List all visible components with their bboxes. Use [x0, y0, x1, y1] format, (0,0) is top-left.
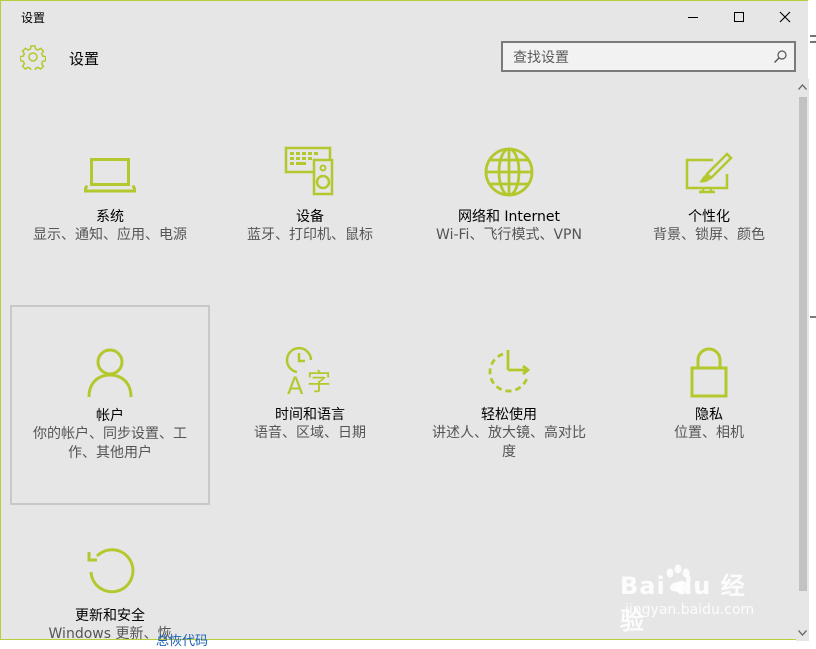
- search-box[interactable]: [501, 41, 796, 72]
- refresh-icon: [87, 548, 135, 594]
- tile-personalization[interactable]: 个性化 背景、锁屏、颜色: [609, 106, 809, 306]
- tile-update-security-name: 更新和安全: [75, 608, 145, 624]
- vertical-scrollbar[interactable]: [796, 79, 809, 641]
- watermark-brand: Bai du 经验: [620, 572, 746, 635]
- tile-devices-name: 设备: [296, 209, 324, 225]
- svg-text:A: A: [287, 372, 304, 398]
- scroll-thumb[interactable]: [799, 97, 807, 591]
- settings-window: 设置 设置 系统 显示、通知、应用、电源: [0, 0, 809, 641]
- tile-network[interactable]: 网络和 Internet Wi-Fi、飞行模式、VPN: [409, 106, 609, 306]
- tile-devices[interactable]: 设备 蓝牙、打印机、鼠标: [210, 106, 410, 306]
- window-title: 设置: [21, 11, 46, 25]
- tile-system-name: 系统: [96, 209, 124, 225]
- gear-icon: [20, 45, 46, 70]
- tile-privacy[interactable]: 隐私 位置、相机: [609, 306, 809, 506]
- tile-network-desc: Wi-Fi、飞行模式、VPN: [436, 227, 582, 243]
- search-icon[interactable]: [773, 49, 788, 64]
- tile-accounts-name: 帐户: [96, 408, 124, 424]
- tile-ease-of-access[interactable]: 轻松使用 讲述人、放大镜、高对比度: [409, 306, 609, 506]
- background-window-fragment: [810, 35, 816, 318]
- chevron-down-icon: [798, 630, 807, 636]
- tile-update-security[interactable]: 更新和安全 Windows 更新、恢: [10, 506, 210, 641]
- tile-system-desc: 显示、通知、应用、电源: [33, 227, 187, 243]
- maximize-icon: [734, 12, 744, 22]
- tile-time-language[interactable]: A 字 时间和语言 语音、区域、日期: [210, 306, 410, 506]
- tile-privacy-desc: 位置、相机: [674, 425, 744, 441]
- scroll-up-button[interactable]: [796, 79, 809, 95]
- chevron-up-icon: [798, 84, 807, 90]
- tile-privacy-name: 隐私: [695, 407, 723, 423]
- tile-network-name: 网络和 Internet: [457, 209, 561, 225]
- laptop-icon: [84, 158, 136, 193]
- title-bar[interactable]: 设置: [1, 1, 808, 33]
- ease-of-access-icon: [488, 350, 531, 393]
- tile-ease-of-access-desc: 讲述人、放大镜、高对比度: [432, 425, 586, 460]
- tile-personalization-name: 个性化: [688, 209, 730, 225]
- page-title: 设置: [69, 50, 100, 68]
- search-input[interactable]: [511, 47, 765, 69]
- lock-icon: [690, 347, 728, 398]
- tile-ease-of-access-name: 轻松使用: [481, 407, 537, 423]
- svg-text:字: 字: [307, 368, 331, 396]
- watermark-url: jingyan.baidu.com: [625, 602, 755, 618]
- globe-icon: [484, 147, 534, 197]
- tile-devices-desc: 蓝牙、打印机、鼠标: [247, 227, 373, 243]
- close-icon: [779, 11, 791, 23]
- baidu-jingyan-watermark: Bai du 经验 jingyan.baidu.com: [620, 564, 770, 635]
- keyboard-speaker-icon: [284, 146, 334, 196]
- tile-accounts[interactable]: 帐户 你的帐户、同步设置、工作、其他用户: [10, 305, 210, 505]
- tile-time-language-name: 时间和语言: [275, 407, 345, 423]
- person-icon: [87, 348, 133, 398]
- minimize-button[interactable]: [670, 1, 716, 33]
- maximize-button[interactable]: [716, 1, 762, 33]
- clock-language-icon: A 字: [285, 346, 331, 398]
- tile-time-language-desc: 语音、区域、日期: [254, 425, 366, 441]
- scroll-down-button[interactable]: [796, 625, 809, 641]
- tile-personalization-desc: 背景、锁屏、颜色: [653, 227, 765, 243]
- minimize-icon: [688, 17, 698, 18]
- close-button[interactable]: [762, 1, 808, 33]
- tile-system[interactable]: 系统 显示、通知、应用、电源: [10, 106, 210, 306]
- paintbrush-screen-icon: [685, 152, 733, 194]
- tile-accounts-desc: 你的帐户、同步设置、工作、其他用户: [33, 426, 187, 461]
